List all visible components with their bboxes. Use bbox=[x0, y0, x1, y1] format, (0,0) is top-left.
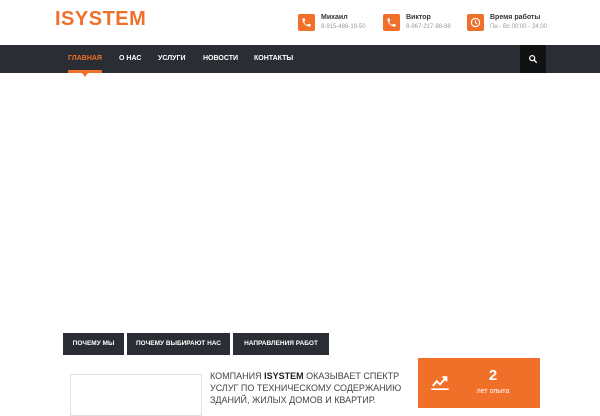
contact-name: Виктор bbox=[406, 14, 431, 21]
contact-name: Михаил bbox=[321, 14, 348, 21]
nav-item-about[interactable]: О нас bbox=[119, 45, 141, 73]
hours-title: Время работы bbox=[490, 14, 541, 21]
about-text: Компания ISYSTEM оказывает спектр услуг … bbox=[210, 370, 405, 406]
site-logo[interactable]: ISYSTEM bbox=[55, 8, 146, 31]
about-brand: ISYSTEM bbox=[264, 371, 304, 381]
main-nav: Главная О нас Услуги Новости Контакты bbox=[0, 45, 600, 77]
nav-item-news[interactable]: Новости bbox=[203, 45, 238, 73]
about-prefix: Компания bbox=[210, 371, 262, 381]
nav-item-services[interactable]: Услуги bbox=[158, 45, 186, 73]
search-icon bbox=[529, 55, 538, 64]
tab-why-choose-us[interactable]: Почему выбирают нас bbox=[127, 333, 230, 355]
clock-icon bbox=[467, 14, 484, 31]
phone-icon bbox=[298, 14, 315, 31]
stat-value: 2 bbox=[488, 367, 498, 384]
contact-phone[interactable]: 8-967-217-98-88 bbox=[406, 24, 451, 30]
experience-stat: 2 лет опыта bbox=[418, 358, 540, 408]
search-button[interactable] bbox=[520, 45, 546, 73]
nav-item-contacts[interactable]: Контакты bbox=[254, 45, 293, 73]
stat-label: лет опыта bbox=[476, 388, 510, 395]
phone-icon bbox=[383, 14, 400, 31]
tab-why-us[interactable]: Почему мы bbox=[63, 333, 124, 355]
about-image bbox=[70, 374, 202, 416]
hours-value: Пн - Вс 00:00 - 24:00 bbox=[490, 24, 547, 30]
tab-work-areas[interactable]: Направления работ bbox=[233, 333, 329, 355]
contact-phone[interactable]: 8-915-486-19-50 bbox=[321, 24, 366, 30]
nav-item-home[interactable]: Главная bbox=[68, 45, 102, 77]
